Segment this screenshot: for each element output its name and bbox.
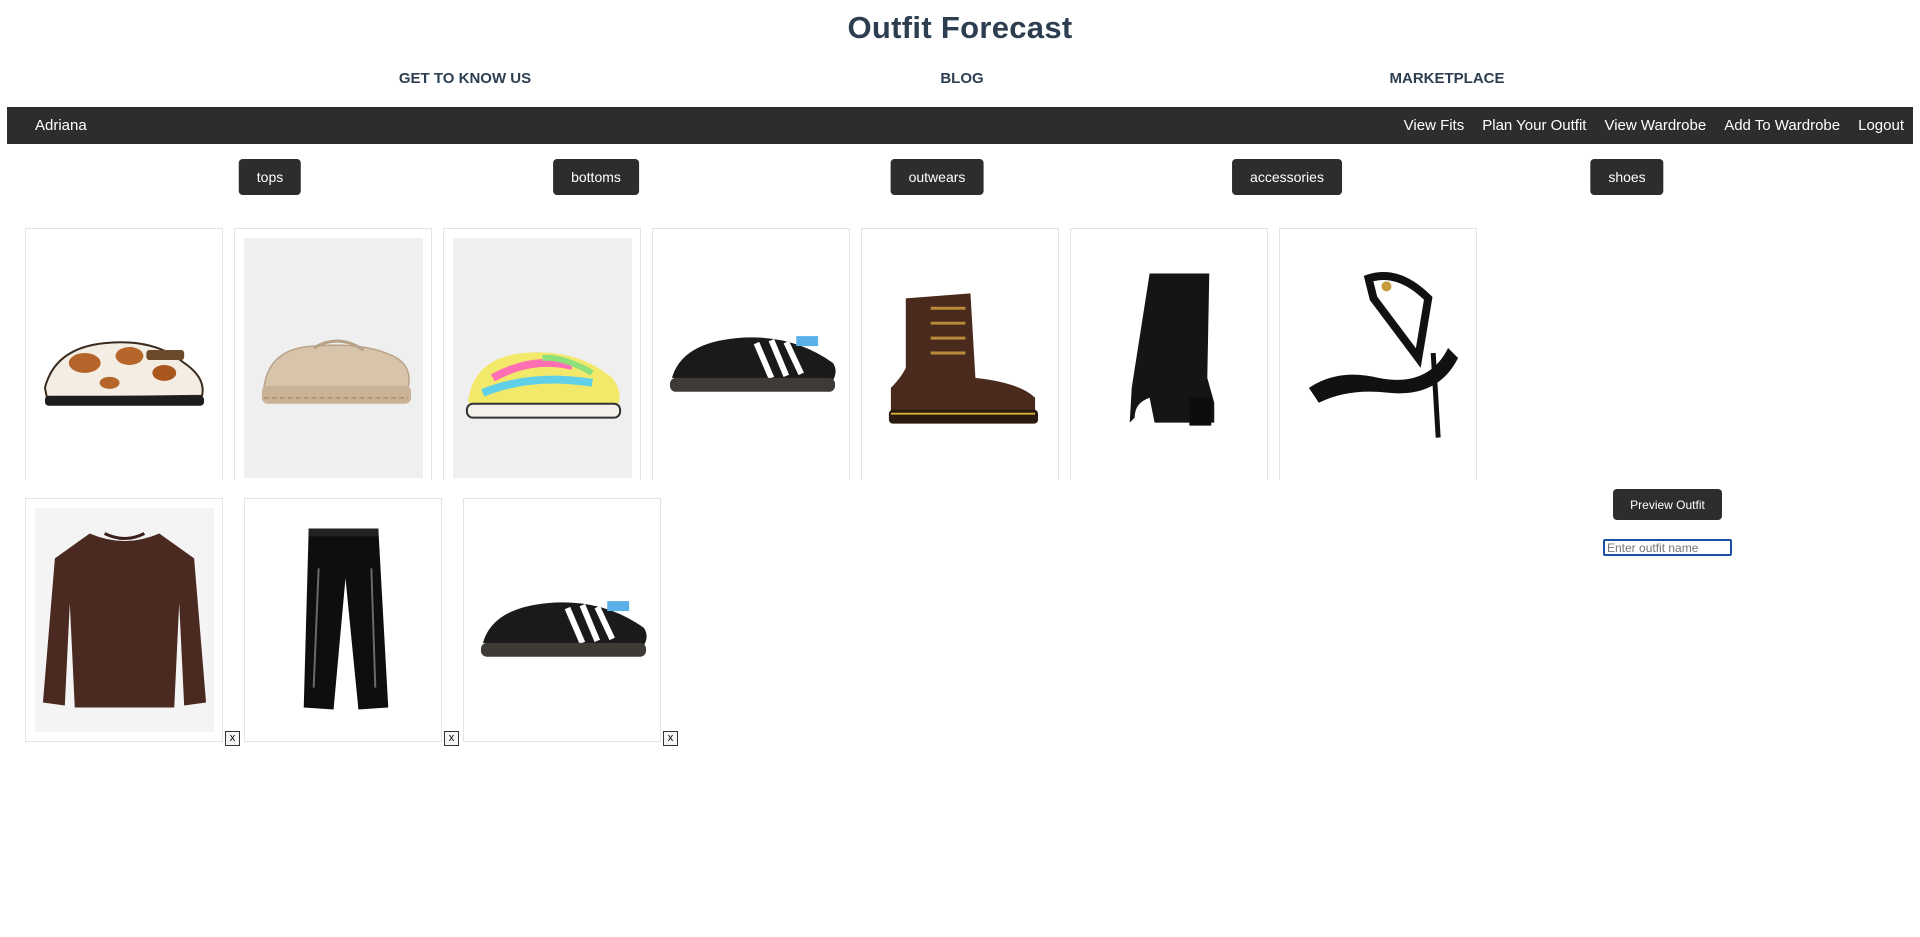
rainbow-knit-sneaker-icon (453, 238, 632, 478)
category-tops-button[interactable]: tops (238, 159, 302, 195)
outfit-name-input[interactable] (1603, 539, 1732, 556)
wardrobe-item-card[interactable] (861, 228, 1059, 480)
remove-item-button[interactable]: x (663, 731, 678, 746)
outfit-item-card[interactable] (25, 498, 223, 742)
category-shoes-button[interactable]: shoes (1590, 159, 1664, 195)
brown-sweatshirt-icon (35, 508, 214, 732)
brown-lace-up-boot-icon (871, 238, 1050, 478)
username: Adriana (35, 117, 87, 134)
link-view-fits[interactable]: View Fits (1404, 117, 1465, 134)
black-strappy-heel-icon (1289, 238, 1468, 478)
black-samba-sneaker-icon (662, 238, 841, 478)
site-title: Outfit Forecast (847, 10, 1073, 45)
category-bottoms-button[interactable]: bottoms (553, 159, 639, 195)
link-view-wardrobe[interactable]: View Wardrobe (1604, 117, 1706, 134)
wardrobe-item-card[interactable] (1070, 228, 1268, 480)
link-add-to-wardrobe[interactable]: Add To Wardrobe (1724, 117, 1840, 134)
wardrobe-item-card[interactable] (25, 228, 223, 480)
black-knee-boot-icon (1080, 238, 1259, 478)
wardrobe-item-card[interactable] (652, 228, 850, 480)
black-vinyl-pants-icon (254, 508, 433, 732)
top-navigation: GET TO KNOW US BLOG MARKETPLACE (0, 70, 1920, 92)
nav-get-to-know-us[interactable]: GET TO KNOW US (399, 70, 531, 87)
beige-loafer-icon (244, 238, 423, 478)
user-bar: Adriana View Fits Plan Your Outfit View … (7, 107, 1913, 144)
cow-print-clog-icon (35, 238, 214, 478)
black-samba-sneaker-icon (473, 508, 652, 732)
nav-blog[interactable]: BLOG (940, 70, 983, 87)
wardrobe-item-card[interactable] (443, 228, 641, 480)
wardrobe-item-card[interactable] (1279, 228, 1477, 480)
outfit-item-card[interactable] (244, 498, 442, 742)
nav-marketplace[interactable]: MARKETPLACE (1390, 70, 1505, 87)
outfit-item-card[interactable] (463, 498, 661, 742)
category-outwears-button[interactable]: outwears (890, 159, 984, 195)
link-plan-your-outfit[interactable]: Plan Your Outfit (1482, 117, 1586, 134)
remove-item-button[interactable]: x (225, 731, 240, 746)
wardrobe-item-card[interactable] (234, 228, 432, 480)
category-accessories-button[interactable]: accessories (1232, 159, 1342, 195)
preview-outfit-button[interactable]: Preview Outfit (1613, 489, 1722, 520)
link-logout[interactable]: Logout (1858, 117, 1904, 134)
remove-item-button[interactable]: x (444, 731, 459, 746)
